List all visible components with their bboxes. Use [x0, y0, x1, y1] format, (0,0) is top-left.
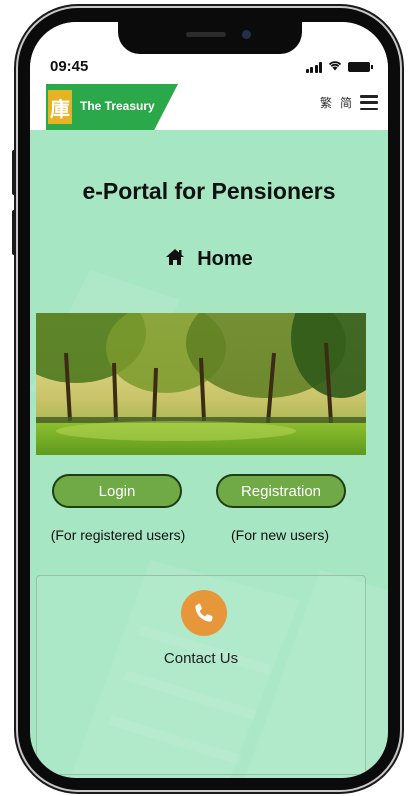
- phone-screen: 09:45 庫 The Treasury 繁 简 e-Portal for Pe…: [30, 22, 388, 778]
- treasury-logo[interactable]: 庫 The Treasury: [46, 84, 178, 130]
- house-icon: [165, 248, 185, 271]
- status-icons: [305, 58, 373, 76]
- hamburger-icon[interactable]: [360, 95, 378, 110]
- registration-subtitle: (For new users): [230, 527, 330, 543]
- speaker-grille: [186, 32, 226, 37]
- home-heading: Home: [30, 248, 388, 271]
- notch: [118, 22, 302, 54]
- contact-us-card[interactable]: Contact Us: [36, 575, 366, 775]
- phone-icon[interactable]: [181, 590, 227, 636]
- treasury-logo-mark: 庫: [48, 90, 72, 124]
- treasury-logo-text: The Treasury: [80, 99, 155, 113]
- battery-icon: [348, 62, 373, 72]
- signal-icon: [305, 61, 322, 73]
- lang-simplified-link[interactable]: 简: [340, 94, 352, 111]
- login-button[interactable]: Login: [52, 474, 182, 508]
- park-with-trees-photo: [36, 313, 366, 455]
- main-content: e-Portal for Pensioners Home Login Regis…: [30, 130, 388, 778]
- status-time: 09:45: [50, 58, 89, 75]
- front-camera: [242, 30, 251, 39]
- registration-button[interactable]: Registration: [216, 474, 346, 508]
- page-title: e-Portal for Pensioners: [82, 178, 336, 204]
- login-subtitle: (For registered users): [50, 527, 186, 543]
- home-label: Home: [197, 248, 253, 270]
- lang-traditional-link[interactable]: 繁: [320, 94, 332, 111]
- contact-us-label: Contact Us: [163, 650, 239, 667]
- wifi-icon: [328, 58, 342, 76]
- site-header: 庫 The Treasury 繁 简: [30, 80, 388, 130]
